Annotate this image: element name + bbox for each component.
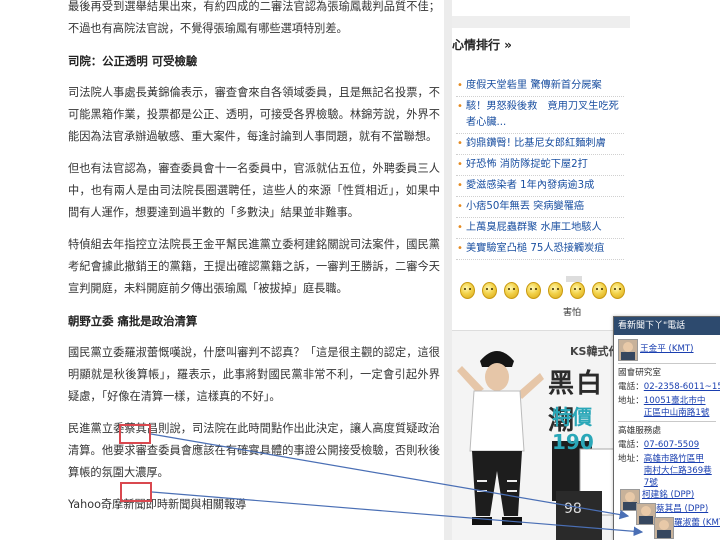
ranking-item[interactable]: 好恐怖 消防隊捉蛇下屋2打: [456, 155, 624, 176]
emoji-smile-icon[interactable]: [482, 282, 497, 299]
legislator-link[interactable]: 柯建銘 (DPP): [642, 490, 694, 500]
advertisement-banner[interactable]: 98 KS韓式作 黑白潮 特價190: [452, 330, 630, 540]
legislator-photo: [654, 517, 674, 539]
section-heading: 朝野立委 痛批是政治清算: [68, 314, 198, 328]
article-paragraph: 國民黨立委羅淑蕾慨嘆說，什麼叫審判不認真？「這是很主觀的認定，這很明顯就是秋後算…: [68, 346, 440, 403]
ranking-item[interactable]: 駭！男怒殺後救 竟用刀叉生吃死者心臟...: [456, 97, 624, 134]
highlight-box-2: [120, 482, 152, 502]
ranking-item[interactable]: 上萬臭屁蟲群聚 水庫工地駭人: [456, 218, 624, 239]
mood-ranking-list: 度假天堂砦里 驚傳新首分屍案 駭！男怒殺後救 竟用刀叉生吃死者心臟... 鈞鼎鑽…: [456, 76, 624, 260]
phone-link[interactable]: 07-607-5509: [644, 440, 699, 450]
svg-text:98: 98: [564, 501, 582, 517]
emoji-surprise-icon[interactable]: [526, 282, 541, 299]
ranking-item[interactable]: 鈞鼎鑽臀! 比基尼女郎紅麵刺膚: [456, 134, 624, 155]
article-paragraph: 度，部份媒體以跟拍的方式，有些人不在考慮中的手段，最後再陷入困境，最後再受到選舉…: [68, 0, 440, 35]
emoji-boring-icon[interactable]: [610, 282, 625, 299]
mood-label: 害怕: [563, 308, 582, 318]
address-label: 地址：: [618, 454, 644, 464]
popup-header: 看新聞下丫"電話: [614, 317, 720, 335]
emoji-happy-icon[interactable]: [460, 282, 475, 299]
article-body: 度，部份媒體以跟拍的方式，有些人不在考慮中的手段，最後再陷入困境，最後再受到選舉…: [68, 0, 440, 526]
emoji-laugh-icon[interactable]: [504, 282, 519, 299]
ranking-item[interactable]: 美實驗室凸槌 75人恐接觸炭疽: [456, 239, 624, 260]
article-paragraph: 司法院人事處長黃錦倫表示，審查會來自各領域委員，且是無記名投票，不可能黑箱作業，…: [68, 86, 440, 143]
legislator-photo: [618, 339, 638, 361]
phone-link[interactable]: 02-2358-6011~15: [644, 382, 720, 392]
mood-ranking-title[interactable]: 心情排行 »: [452, 36, 512, 53]
address-link[interactable]: 高雄市路竹區甲南村大仁路369巷7號: [644, 453, 712, 489]
ranking-item[interactable]: 愛滋感染者 1年內發病逾3成: [456, 176, 624, 197]
divider: [618, 363, 716, 364]
legislator-photo: [636, 503, 656, 525]
mood-emoji-row: [460, 282, 630, 306]
legislator-link[interactable]: 羅淑蕾 (KMT): [674, 518, 720, 528]
emoji-sad-icon[interactable]: [548, 282, 563, 299]
article-paragraph: 特偵組去年指控立法院長王金平幫民進黨立委柯建銘關說司法案件，國民黨考紀會據此撤銷…: [68, 238, 440, 295]
browser-viewport: 度，部份媒體以跟拍的方式，有些人不在考慮中的手段，最後再陷入困境，最後再受到選舉…: [0, 0, 720, 540]
divider: [618, 421, 716, 422]
sidebar-gap: [452, 16, 630, 28]
legislator-contact-popup[interactable]: 看新聞下丫"電話 王金平 (KMT) 國會研究室 電話：02-2358-6011…: [613, 316, 720, 540]
office-label: 國會研究室: [618, 368, 661, 378]
emoji-fear-icon[interactable]: [570, 282, 585, 299]
highlight-box-1: [119, 424, 151, 444]
column-divider: [444, 0, 452, 540]
legislator-link[interactable]: 王金平 (KMT): [640, 344, 694, 354]
ranking-item[interactable]: 度假天堂砦里 驚傳新首分屍案: [456, 76, 624, 97]
phone-label: 電話：: [618, 382, 644, 392]
emoji-angry-icon[interactable]: [592, 282, 607, 299]
section-heading: 司院：公正透明 可受檢驗: [68, 54, 198, 68]
article-paragraph: 但也有法官認為，審查委員會十一名委員中，官派就佔五位，外聘委員三人中，也有兩人是…: [68, 162, 440, 219]
address-label: 地址：: [618, 396, 644, 406]
legislator-link[interactable]: 蔡其昌 (DPP): [656, 504, 708, 514]
address-link[interactable]: 10051臺北市中正區中山南路1號: [644, 395, 712, 419]
service-office-label: 高雄服務處: [618, 426, 661, 436]
ranking-item[interactable]: 小痞50年無丟 突病變罹癌: [456, 197, 624, 218]
phone-label: 電話：: [618, 440, 644, 450]
